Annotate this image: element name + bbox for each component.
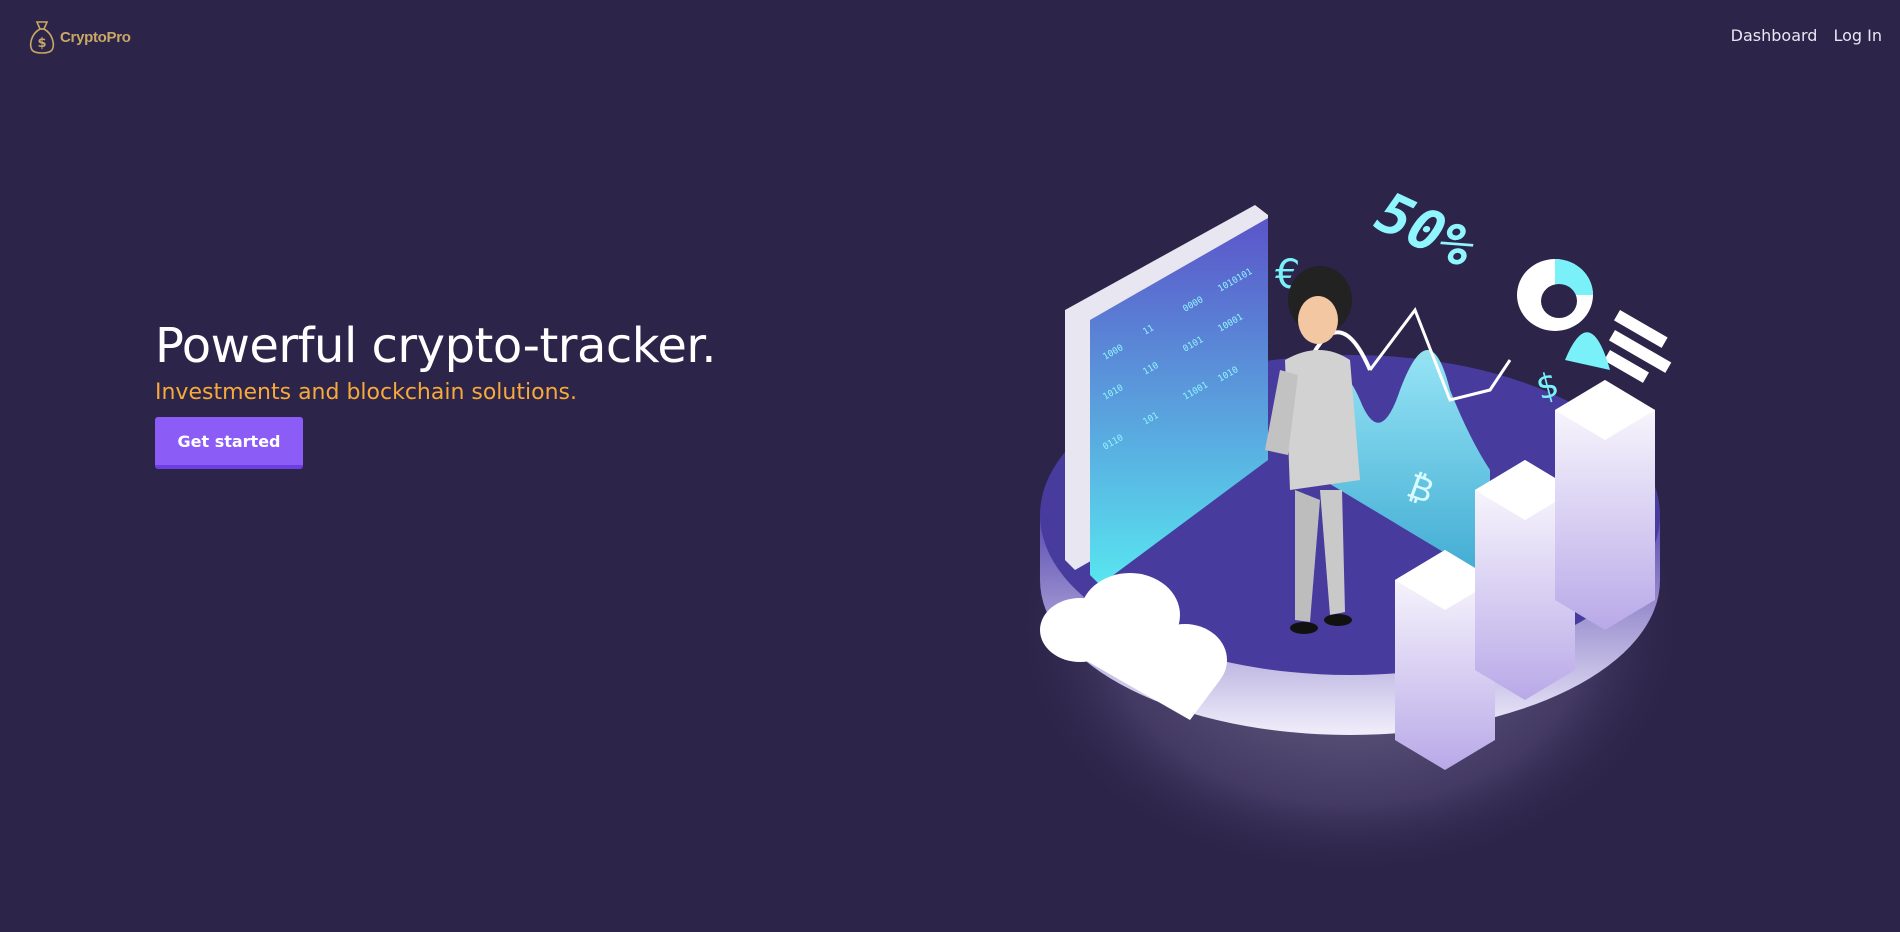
brand-logo[interactable]: $ CryptoPro [27, 18, 131, 56]
svg-text:$: $ [37, 36, 46, 51]
hero-subtitle: Investments and blockchain solutions. [155, 380, 577, 405]
landing-page: $ CryptoPro Dashboard Log In Powerful cr… [0, 0, 1900, 932]
percent-text: 50% [1361, 183, 1490, 279]
top-nav: Dashboard Log In [1731, 26, 1882, 45]
brand-name: CryptoPro [60, 28, 131, 46]
donut-chart-icon [1517, 259, 1593, 331]
nav-login-link[interactable]: Log In [1833, 26, 1882, 45]
hero-title: Powerful crypto-tracker. [155, 318, 717, 374]
money-bag-icon: $ [29, 21, 55, 54]
get-started-button[interactable]: Get started [155, 417, 303, 469]
hero-illustration: 1000 11 0000 1010101 1010 110 0101 10001… [1020, 183, 1690, 880]
nav-dashboard-link[interactable]: Dashboard [1731, 26, 1818, 45]
bars-icon [1604, 310, 1672, 383]
